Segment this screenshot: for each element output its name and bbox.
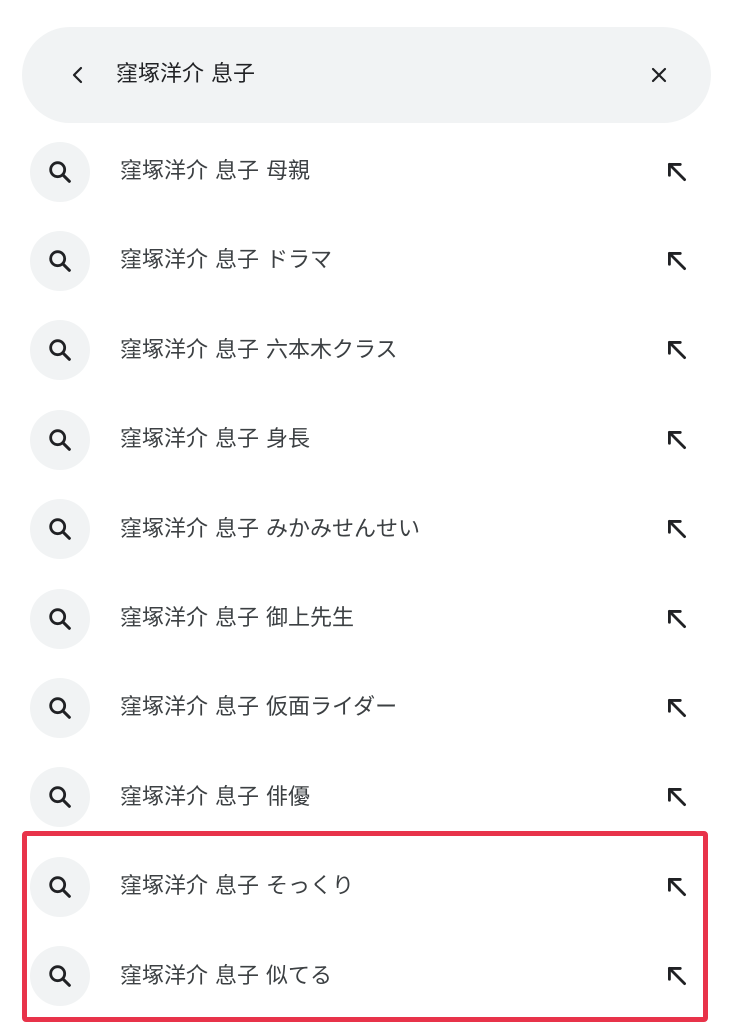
suggestion-label: 窪塚洋介 息子 そっくり (120, 842, 354, 931)
fill-query-button[interactable] (655, 867, 699, 907)
suggestion-prefix: 窪塚洋介 息子 (120, 695, 259, 721)
arrow-up-left-icon (668, 788, 686, 807)
suggestion-suffix: 俳優 (266, 784, 311, 810)
search-icon (49, 876, 71, 898)
fill-query-button[interactable] (655, 241, 699, 281)
suggestion-suffix: 御上先生 (266, 605, 355, 631)
suggestion-label: 窪塚洋介 息子 みかみせんせい (120, 485, 420, 574)
search-icon-circle (30, 320, 90, 381)
search-icon-circle (30, 409, 90, 470)
arrow-up-left-icon (668, 609, 686, 628)
suggestion-label: 窪塚洋介 息子 御上先生 (120, 574, 354, 663)
fill-query-button[interactable] (655, 688, 699, 728)
search-icon (49, 250, 71, 272)
search-icon (49, 518, 71, 541)
search-icon (49, 429, 71, 451)
search-icon (49, 786, 71, 809)
suggestion-item[interactable]: 窪塚洋介 息子 母親 (0, 127, 733, 216)
suggestion-label: 窪塚洋介 息子 俳優 (120, 753, 310, 842)
suggestion-label: 窪塚洋介 息子 似てる (120, 932, 332, 1021)
arrow-up-left-icon (668, 699, 686, 718)
search-icon-circle (30, 499, 90, 560)
suggestion-label: 窪塚洋介 息子 ドラマ (120, 216, 332, 305)
suggestion-prefix: 窪塚洋介 息子 (120, 337, 259, 363)
suggestion-label: 窪塚洋介 息子 六本木クラス (120, 306, 398, 395)
suggestion-item[interactable]: 窪塚洋介 息子 みかみせんせい (0, 485, 733, 574)
search-input[interactable] (116, 55, 596, 95)
arrow-up-left-icon (668, 341, 686, 360)
search-icon-circle (30, 231, 90, 292)
search-icon (49, 339, 71, 362)
suggestion-item[interactable]: 窪塚洋介 息子 ドラマ (0, 216, 733, 305)
suggestion-label: 窪塚洋介 息子 母親 (120, 127, 310, 216)
arrow-up-left-icon (668, 520, 686, 539)
suggestion-prefix: 窪塚洋介 息子 (120, 874, 259, 900)
search-icon-circle (30, 767, 90, 828)
suggestion-prefix: 窪塚洋介 息子 (120, 605, 259, 631)
arrow-up-left-icon (668, 967, 686, 986)
suggestion-suffix: 似てる (266, 963, 333, 989)
search-icon-circle (30, 678, 90, 739)
clear-button[interactable] (639, 55, 679, 95)
suggestion-item[interactable]: 窪塚洋介 息子 六本木クラス (0, 306, 733, 395)
fill-query-button[interactable] (655, 509, 699, 549)
fill-query-button[interactable] (655, 152, 699, 192)
suggestion-suffix: 身長 (266, 427, 311, 453)
search-icon (49, 160, 71, 183)
suggestion-list: 窪塚洋介 息子 母親 窪塚洋介 息子 ドラマ 窪塚洋介 息子 六本木クラス 窪塚洋介 … (0, 127, 733, 1021)
suggestion-suffix: 仮面ライダー (266, 695, 398, 721)
suggestion-suffix: みかみせんせい (266, 516, 421, 542)
suggestion-suffix: 六本木クラス (266, 337, 398, 363)
back-button[interactable] (58, 55, 98, 95)
suggestion-prefix: 窪塚洋介 息子 (120, 248, 259, 274)
arrow-up-left-icon (668, 252, 686, 271)
search-icon-circle (30, 588, 90, 649)
suggestion-prefix: 窪塚洋介 息子 (120, 963, 259, 989)
suggestion-prefix: 窪塚洋介 息子 (120, 427, 259, 453)
suggestion-prefix: 窪塚洋介 息子 (120, 516, 259, 542)
suggestion-prefix: 窪塚洋介 息子 (120, 159, 259, 184)
suggestion-item[interactable]: 窪塚洋介 息子 そっくり (0, 842, 733, 931)
arrow-up-left-icon (668, 162, 686, 181)
fill-query-button[interactable] (655, 777, 699, 817)
search-bar (22, 27, 711, 123)
suggestion-item[interactable]: 窪塚洋介 息子 御上先生 (0, 574, 733, 663)
suggestion-item[interactable]: 窪塚洋介 息子 仮面ライダー (0, 663, 733, 752)
close-icon (651, 67, 667, 83)
suggestion-prefix: 窪塚洋介 息子 (120, 784, 259, 810)
suggestion-item[interactable]: 窪塚洋介 息子 俳優 (0, 753, 733, 842)
suggestion-item[interactable]: 窪塚洋介 息子 身長 (0, 395, 733, 484)
suggestion-suffix: そっくり (266, 874, 355, 900)
fill-query-button[interactable] (655, 599, 699, 639)
search-icon (49, 607, 71, 630)
fill-query-button[interactable] (655, 330, 699, 370)
suggestion-label: 窪塚洋介 息子 身長 (120, 395, 310, 484)
search-icon-circle (30, 946, 90, 1007)
fill-query-button[interactable] (655, 956, 699, 996)
search-icon (49, 697, 71, 719)
suggestion-suffix: 母親 (266, 159, 311, 184)
arrow-up-left-icon (668, 430, 686, 449)
search-icon (49, 965, 71, 988)
chevron-left-icon (72, 66, 83, 84)
suggestion-label: 窪塚洋介 息子 仮面ライダー (120, 663, 397, 752)
arrow-up-left-icon (668, 877, 686, 896)
search-icon-circle (30, 141, 90, 202)
suggestion-suffix: ドラマ (266, 248, 333, 274)
fill-query-button[interactable] (655, 420, 699, 460)
search-icon-circle (30, 856, 90, 917)
suggestion-item[interactable]: 窪塚洋介 息子 似てる (0, 932, 733, 1021)
